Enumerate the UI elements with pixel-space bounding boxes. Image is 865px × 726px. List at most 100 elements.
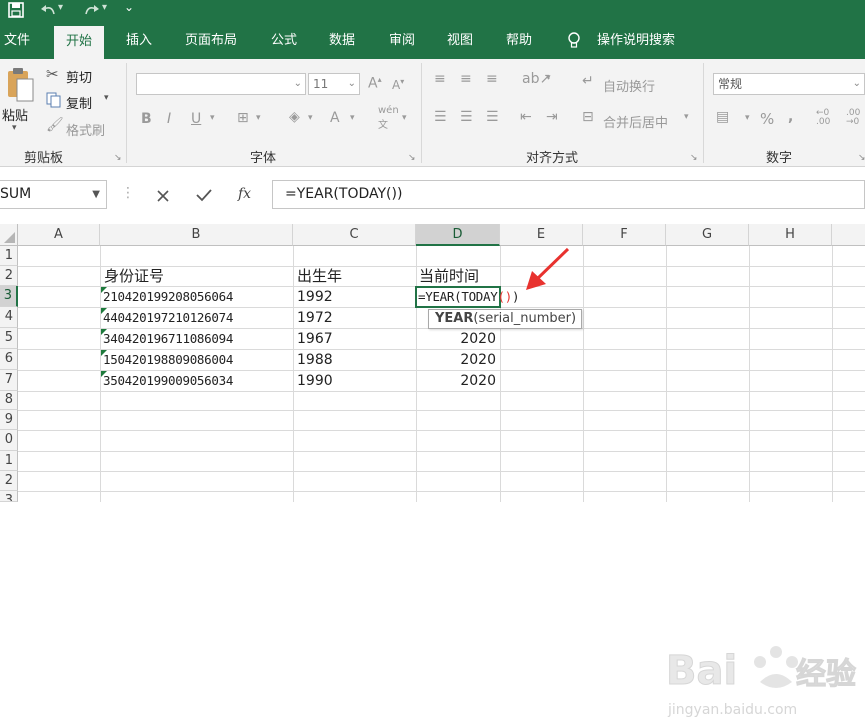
font-size-combo[interactable]: 11 ⌄: [308, 73, 360, 95]
tab-formulas[interactable]: 公式: [271, 22, 297, 59]
tooltip-args[interactable]: (serial_number): [473, 311, 576, 326]
fill-color-icon[interactable]: ◈: [289, 109, 300, 125]
font-name-combo[interactable]: ⌄: [136, 73, 306, 95]
decrease-indent-icon[interactable]: ⇤: [520, 109, 532, 125]
fx-icon[interactable]: fx: [238, 186, 251, 202]
cell-birth-year[interactable]: 1992: [297, 287, 333, 307]
wrap-text-button[interactable]: 自动换行: [603, 76, 655, 95]
row-header[interactable]: 2: [0, 266, 18, 286]
name-box[interactable]: SUM ▼: [0, 180, 107, 209]
cell-birth-year[interactable]: 1988: [297, 350, 333, 370]
header-current-time[interactable]: 当前时间: [419, 266, 479, 286]
row-header[interactable]: 2: [0, 471, 18, 491]
tab-data[interactable]: 数据: [329, 22, 355, 59]
paste-button[interactable]: 粘贴: [2, 105, 28, 124]
tab-review[interactable]: 审阅: [389, 22, 415, 59]
column-header-a[interactable]: A: [18, 224, 100, 246]
column-header-d[interactable]: D: [416, 224, 500, 246]
undo-dropdown-icon[interactable]: ▾: [58, 2, 63, 13]
column-header-f[interactable]: F: [583, 224, 666, 246]
column-header-g[interactable]: G: [666, 224, 749, 246]
row-header[interactable]: 5: [0, 328, 18, 349]
header-birth-year[interactable]: 出生年: [297, 266, 342, 286]
tab-home[interactable]: 开始: [54, 26, 105, 59]
header-id[interactable]: 身份证号: [104, 266, 164, 286]
font-launcher-icon[interactable]: ↘: [408, 153, 416, 163]
tell-me-search[interactable]: 操作说明搜索: [597, 22, 675, 59]
copy-button[interactable]: 复制: [66, 93, 92, 112]
row-header[interactable]: 0: [0, 430, 18, 451]
row-header[interactable]: 1: [0, 451, 18, 471]
borders-dropdown-icon[interactable]: ▾: [256, 113, 261, 123]
cell-current-year[interactable]: 2020: [418, 350, 496, 370]
function-tooltip[interactable]: YEAR(serial_number): [428, 309, 582, 329]
column-header-h[interactable]: H: [749, 224, 832, 246]
orientation-dropdown-icon[interactable]: ▾: [546, 73, 551, 83]
underline-dropdown-icon[interactable]: ▾: [210, 113, 215, 123]
accounting-icon[interactable]: ▤: [716, 109, 729, 125]
cell-id[interactable]: 340420196711086094: [103, 329, 233, 349]
column-header-c[interactable]: C: [293, 224, 416, 246]
alignment-launcher-icon[interactable]: ↘: [690, 153, 698, 163]
row-header[interactable]: 8: [0, 391, 18, 410]
accounting-dropdown-icon[interactable]: ▾: [745, 113, 750, 123]
merge-center-button[interactable]: 合并后居中: [603, 112, 668, 131]
redo-dropdown-icon[interactable]: ▾: [102, 2, 107, 13]
cell-id[interactable]: 210420199208056064: [103, 287, 233, 307]
column-header-e[interactable]: E: [500, 224, 583, 246]
customize-toolbar-icon[interactable]: ⌄: [124, 0, 134, 14]
align-middle-icon[interactable]: ≡: [460, 71, 472, 87]
comma-style-icon[interactable]: ,: [788, 109, 793, 125]
format-painter-button[interactable]: 格式刷: [66, 120, 105, 139]
underline-icon[interactable]: U: [191, 111, 201, 127]
select-all-corner[interactable]: [0, 224, 18, 246]
cell-birth-year[interactable]: 1990: [297, 371, 333, 391]
column-header-i[interactable]: [832, 224, 865, 246]
row-header[interactable]: 7: [0, 370, 18, 391]
italic-icon[interactable]: I: [167, 111, 171, 127]
align-right-icon[interactable]: ☰: [486, 109, 499, 125]
tab-page-layout[interactable]: 页面布局: [185, 22, 237, 59]
phonetic-dropdown-icon[interactable]: ▾: [402, 113, 407, 123]
row-header[interactable]: 6: [0, 349, 18, 370]
column-header-b[interactable]: B: [100, 224, 293, 246]
row-header[interactable]: 3: [0, 491, 18, 502]
increase-decimal-icon[interactable]: ←0.00: [816, 109, 830, 127]
bold-icon[interactable]: B: [141, 111, 152, 127]
cell-id[interactable]: 150420198809086004: [103, 350, 233, 370]
undo-icon[interactable]: [40, 3, 56, 17]
align-bottom-icon[interactable]: ≡: [486, 71, 498, 87]
save-icon[interactable]: [8, 2, 24, 18]
chevron-down-icon[interactable]: ▼: [92, 181, 100, 208]
cell-birth-year[interactable]: 1967: [297, 329, 333, 349]
decrease-decimal-icon[interactable]: .00 →0: [846, 109, 860, 127]
number-format-combo[interactable]: 常规 ⌄: [713, 73, 865, 95]
cell-id[interactable]: 350420199009056034: [103, 371, 233, 391]
cut-button[interactable]: 剪切: [66, 67, 92, 86]
font-color-icon[interactable]: A: [330, 110, 340, 126]
redo-icon[interactable]: [84, 3, 100, 17]
fill-dropdown-icon[interactable]: ▾: [308, 113, 313, 123]
cell-id[interactable]: 440420197210126074: [103, 308, 233, 328]
tooltip-function[interactable]: YEAR: [435, 311, 473, 326]
formula-input[interactable]: =YEAR(TODAY()): [272, 180, 865, 209]
cell-birth-year[interactable]: 1972: [297, 308, 333, 328]
align-top-icon[interactable]: ≡: [434, 71, 446, 87]
row-header[interactable]: 1: [0, 246, 18, 266]
tab-help[interactable]: 帮助: [506, 22, 532, 59]
cell-current-year[interactable]: 2020: [418, 371, 496, 391]
percent-icon[interactable]: %: [760, 110, 774, 128]
row-header[interactable]: 3: [0, 286, 18, 307]
row-header[interactable]: 9: [0, 410, 18, 430]
number-launcher-icon[interactable]: ↘: [858, 153, 865, 163]
align-left-icon[interactable]: ☰: [434, 109, 447, 125]
increase-font-icon[interactable]: A▴: [368, 75, 382, 92]
merge-dropdown-icon[interactable]: ▾: [684, 112, 689, 122]
align-center-icon[interactable]: ☰: [460, 109, 473, 125]
tab-view[interactable]: 视图: [447, 22, 473, 59]
copy-dropdown-icon[interactable]: ▾: [104, 93, 109, 103]
paste-icon[interactable]: [5, 67, 35, 103]
tab-file[interactable]: 文件: [4, 22, 30, 59]
row-header[interactable]: 4: [0, 307, 18, 328]
paste-dropdown-icon[interactable]: ▾: [12, 123, 17, 133]
